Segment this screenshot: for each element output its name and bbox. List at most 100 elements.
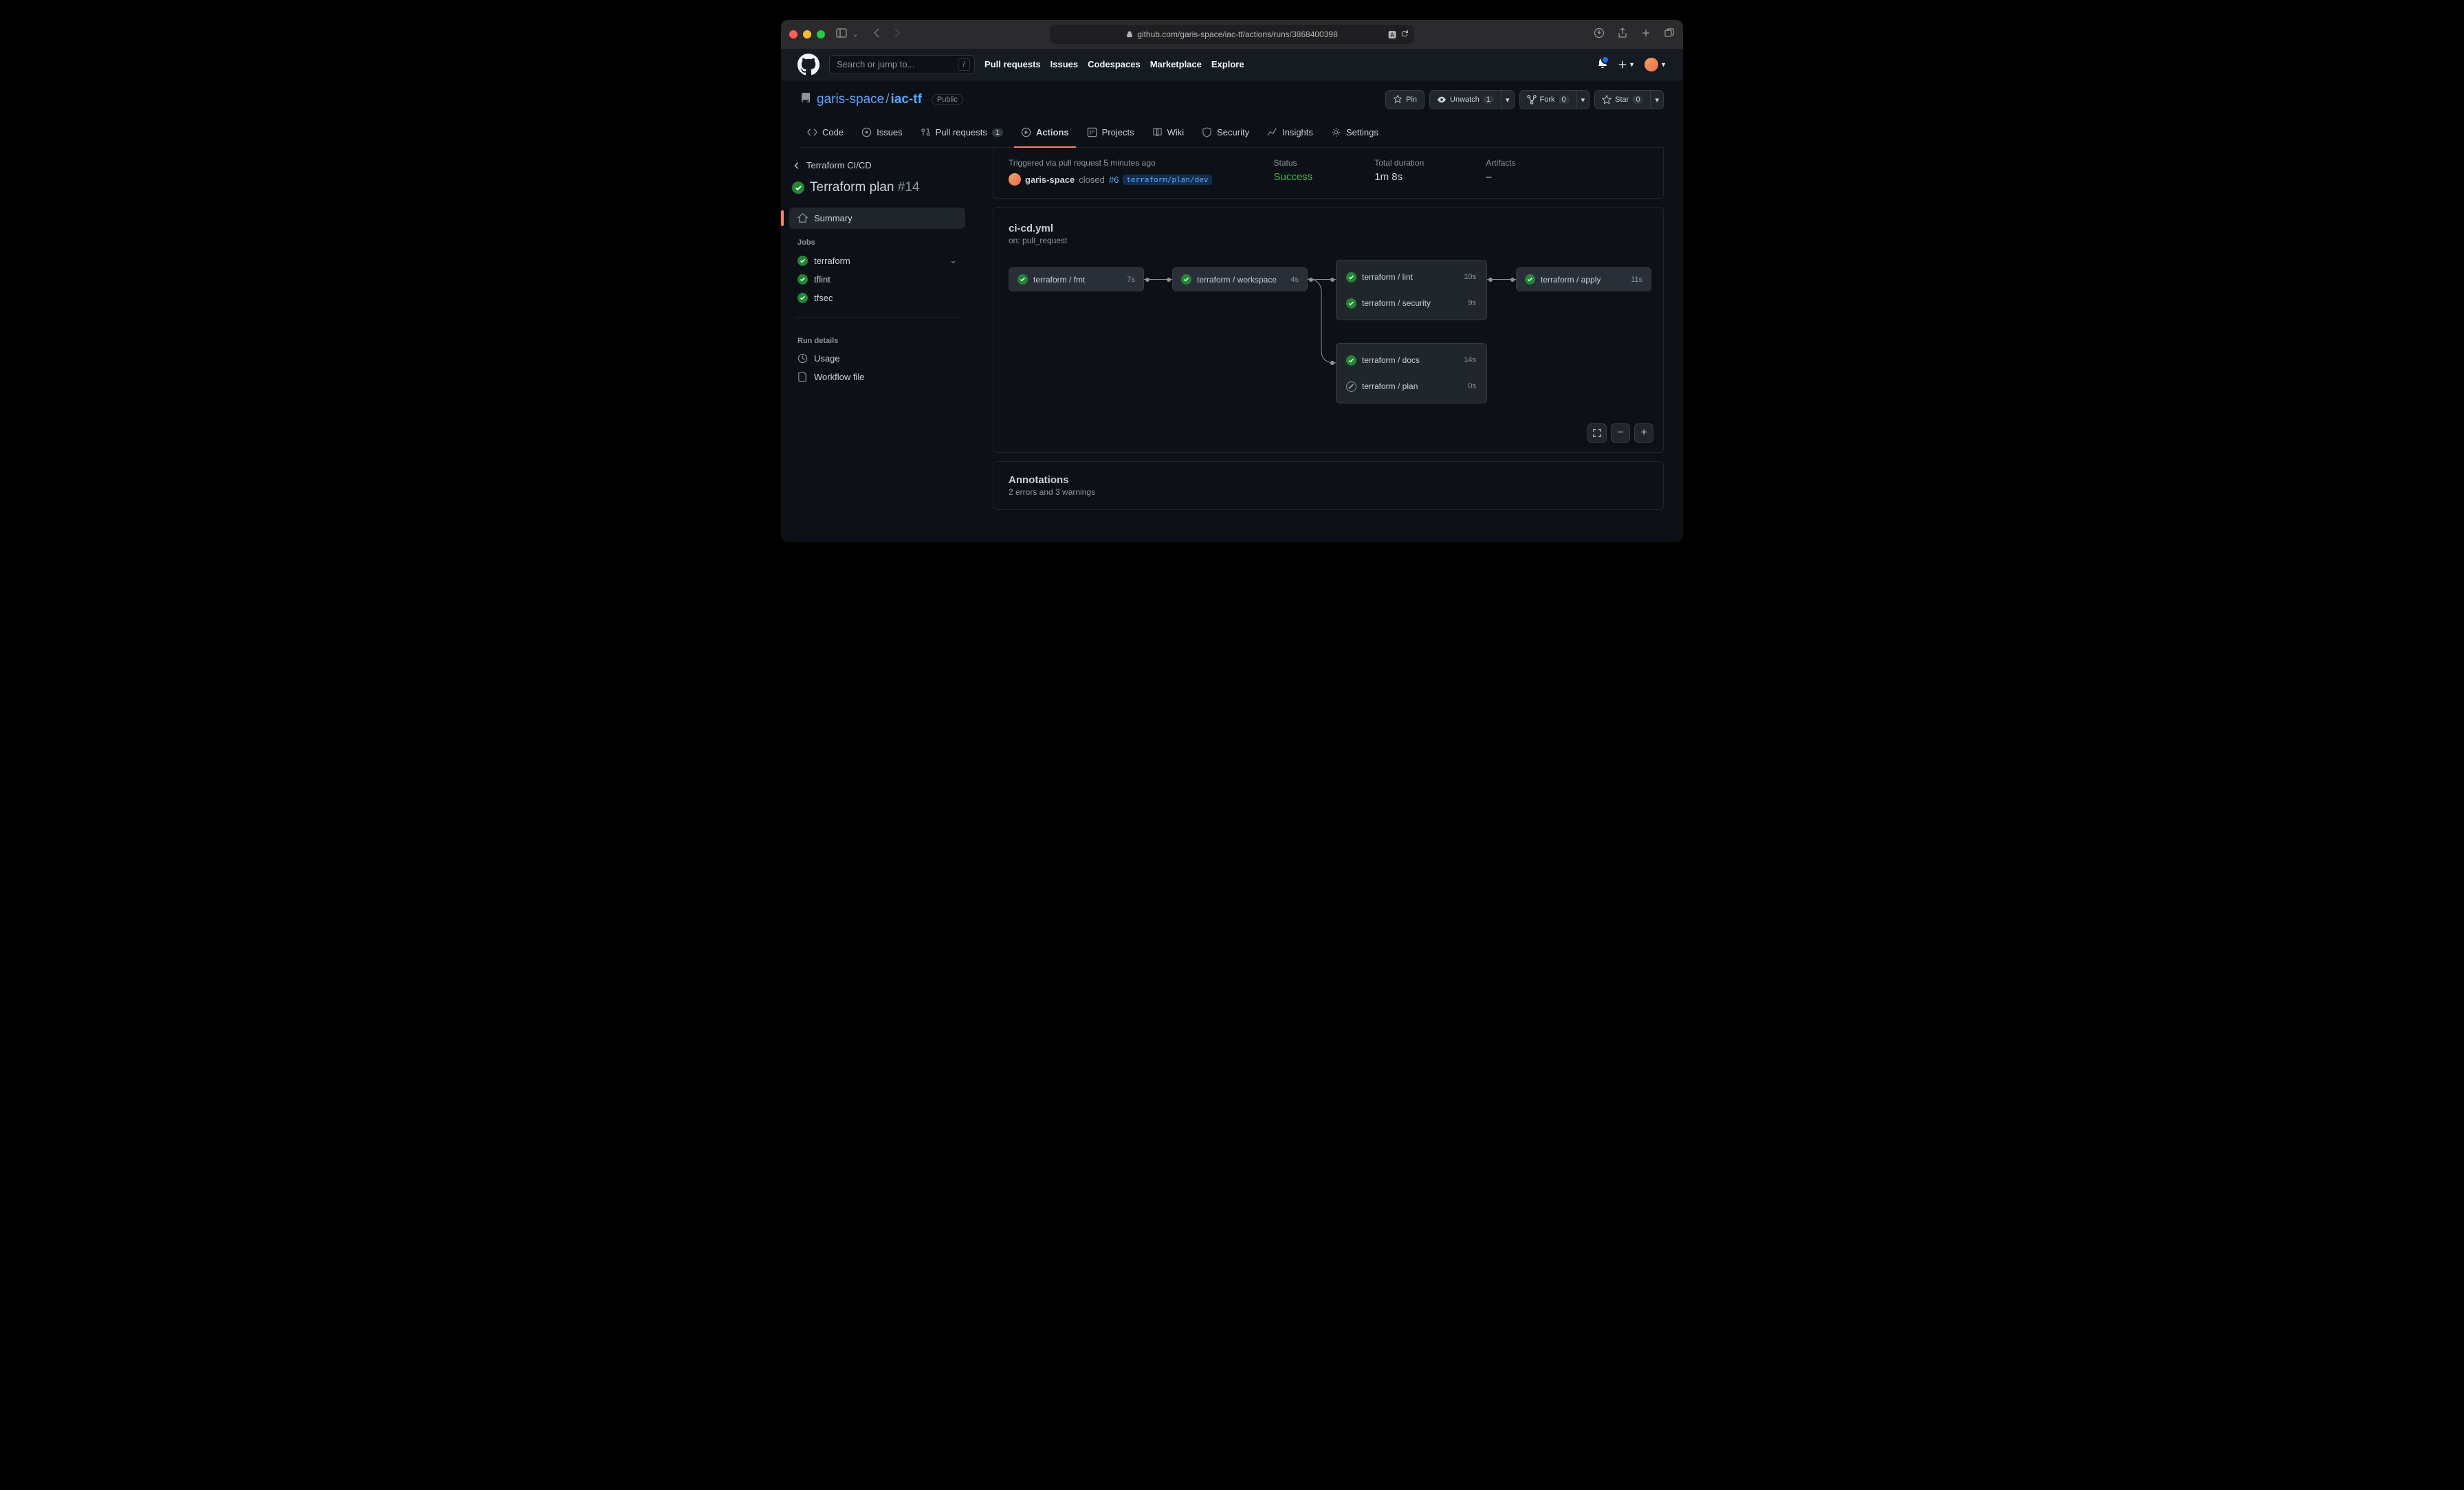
owner-link[interactable]: garis-space [817, 92, 884, 107]
actor-link[interactable]: garis-space [1025, 175, 1075, 185]
visibility-badge: Public [932, 94, 963, 105]
user-menu[interactable]: ▼ [1644, 58, 1666, 71]
tab-security[interactable]: Security [1195, 122, 1256, 147]
nav-marketplace[interactable]: Marketplace [1150, 59, 1202, 69]
job-tflint[interactable]: tflint [789, 270, 965, 289]
repo-link[interactable]: iac-tf [891, 92, 922, 107]
port-icon [1309, 278, 1313, 282]
window-close[interactable] [789, 30, 798, 38]
address-bar[interactable]: github.com/garis-space/iac-tf/actions/ru… [1050, 25, 1414, 44]
port-icon [1167, 278, 1171, 282]
translate-icon[interactable]: 🅰 [1388, 29, 1396, 41]
nav-pull-requests[interactable]: Pull requests [984, 59, 1041, 69]
node-fmt[interactable]: terraform / fmt7s [1009, 267, 1144, 291]
node-security[interactable]: terraform / security9s [1343, 293, 1479, 313]
duration-value[interactable]: 1m 8s [1374, 171, 1424, 183]
window-zoom[interactable] [817, 30, 825, 38]
tabs-icon[interactable] [1664, 27, 1675, 42]
window-minimize[interactable] [803, 30, 811, 38]
lock-icon [1126, 31, 1133, 38]
github-header: Search or jump to... / Pull requests Iss… [781, 49, 1683, 80]
sidebar-workflow-file[interactable]: Workflow file [789, 368, 965, 386]
action-text: closed [1079, 175, 1105, 185]
tab-settings[interactable]: Settings [1324, 122, 1385, 147]
new-tab-icon[interactable] [1640, 27, 1651, 42]
node-lint[interactable]: terraform / lint10s [1343, 267, 1479, 287]
tab-pull-requests[interactable]: Pull requests1 [914, 122, 1010, 147]
tab-wiki[interactable]: Wiki [1145, 122, 1191, 147]
node-group-1: terraform / lint10s terraform / security… [1336, 260, 1487, 320]
job-terraform[interactable]: terraform⌄ [789, 251, 965, 270]
slash-key-icon: / [958, 58, 970, 71]
repo-tabs: Code Issues Pull requests1 Actions Proje… [800, 122, 1664, 148]
pin-button[interactable]: Pin [1385, 90, 1424, 109]
star-dropdown[interactable]: ▾ [1651, 90, 1664, 109]
check-icon [1346, 272, 1356, 282]
tab-actions[interactable]: Actions [1014, 122, 1076, 147]
tab-projects[interactable]: Projects [1080, 122, 1141, 147]
zoom-out-button[interactable]: − [1611, 423, 1630, 443]
artifacts-label: Artifacts [1486, 158, 1515, 168]
workflow-file-name[interactable]: ci-cd.yml [1009, 223, 1648, 234]
sidebar-toggle-icon[interactable] [836, 27, 847, 42]
pr-link[interactable]: #6 [1109, 175, 1119, 185]
check-icon [798, 274, 808, 285]
search-input[interactable]: Search or jump to... / [829, 55, 975, 74]
artifacts-value: – [1486, 171, 1515, 183]
port-icon [1145, 278, 1150, 282]
job-tfsec[interactable]: tfsec [789, 289, 965, 307]
tab-issues[interactable]: Issues [855, 122, 910, 147]
search-placeholder: Search or jump to... [837, 59, 914, 69]
downloads-icon[interactable] [1594, 27, 1605, 42]
forward-icon[interactable] [891, 27, 902, 42]
chevron-down-icon[interactable]: ⌄ [852, 31, 858, 38]
check-icon [1525, 274, 1535, 285]
browser-titlebar: ⌄ github.com/garis-space/iac-tf/actions/… [781, 20, 1683, 49]
workflow-trigger: on: pull_request [1009, 236, 1648, 245]
workflow-title: Terraform plan #14 [789, 177, 965, 198]
url-text: github.com/garis-space/iac-tf/actions/ru… [1137, 30, 1338, 39]
check-icon [798, 256, 808, 266]
fork-button[interactable]: Fork0 [1519, 90, 1577, 109]
github-logo-icon[interactable] [798, 54, 820, 76]
annotations-sub: 2 errors and 3 warnings [1009, 487, 1648, 497]
back-icon[interactable] [872, 27, 883, 42]
nav-issues[interactable]: Issues [1050, 59, 1078, 69]
nav-explore[interactable]: Explore [1211, 59, 1244, 69]
node-apply[interactable]: terraform / apply11s [1516, 267, 1651, 291]
fork-dropdown[interactable]: ▾ [1577, 90, 1590, 109]
breadcrumb: garis-space/iac-tf [817, 92, 922, 107]
sidebar-summary[interactable]: Summary [789, 208, 965, 229]
nav-codespaces[interactable]: Codespaces [1088, 59, 1141, 69]
star-button[interactable]: Star0 [1594, 90, 1651, 109]
annotations-panel: Annotations 2 errors and 3 warnings [993, 461, 1664, 510]
share-icon[interactable] [1617, 27, 1628, 42]
tab-code[interactable]: Code [800, 122, 850, 147]
back-to-workflow[interactable]: Terraform CI/CD [789, 156, 965, 175]
port-icon [1330, 361, 1334, 365]
sidebar-usage[interactable]: Usage [789, 349, 965, 368]
unwatch-button[interactable]: Unwatch1 [1429, 90, 1502, 109]
node-group-2: terraform / docs14s terraform / plan0s [1336, 343, 1487, 403]
notifications-icon[interactable] [1597, 57, 1608, 71]
branch-badge[interactable]: terraform/plan/dev [1123, 175, 1211, 185]
run-summary: Triggered via pull request 5 minutes ago… [993, 148, 1664, 199]
reload-icon[interactable] [1400, 30, 1409, 40]
check-icon [1346, 298, 1356, 309]
unwatch-dropdown[interactable]: ▾ [1502, 90, 1515, 109]
annotations-title: Annotations [1009, 474, 1648, 486]
node-docs[interactable]: terraform / docs14s [1343, 351, 1479, 370]
status-value: Success [1274, 171, 1313, 183]
plus-dropdown[interactable]: ▼ [1618, 60, 1635, 69]
run-details-heading: Run details [789, 327, 965, 349]
skip-icon [1346, 381, 1356, 392]
check-icon [798, 293, 808, 303]
node-workspace[interactable]: terraform / workspace4s [1172, 267, 1308, 291]
fullscreen-button[interactable] [1587, 423, 1607, 443]
port-icon [1488, 278, 1493, 282]
tab-insights[interactable]: Insights [1260, 122, 1320, 147]
node-plan[interactable]: terraform / plan0s [1343, 377, 1479, 396]
zoom-in-button[interactable]: + [1634, 423, 1653, 443]
check-icon [1346, 355, 1356, 366]
chevron-down-icon[interactable]: ⌄ [949, 255, 957, 266]
